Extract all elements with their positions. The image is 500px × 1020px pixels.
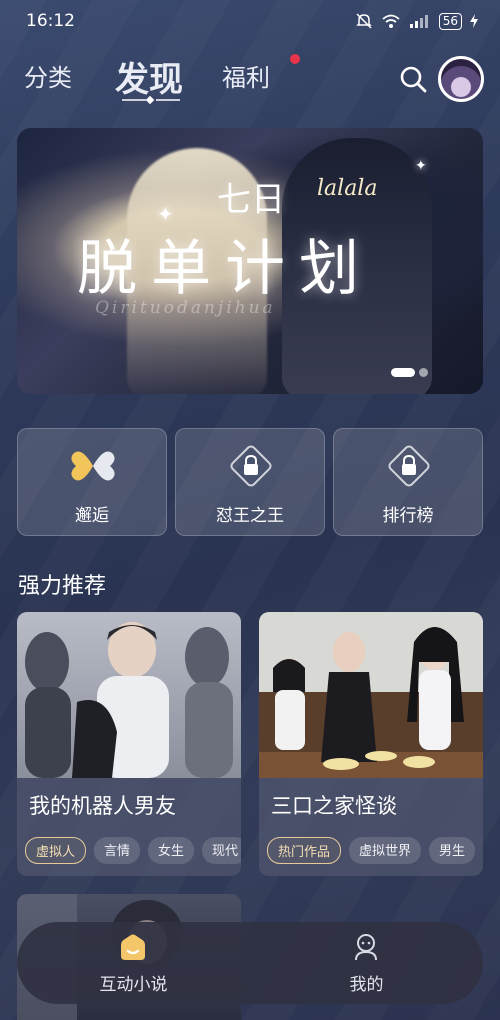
mute-icon bbox=[355, 13, 372, 29]
search-icon[interactable] bbox=[398, 64, 428, 94]
profile-icon bbox=[355, 934, 377, 961]
feature-encounter[interactable]: 邂逅 bbox=[17, 428, 167, 536]
bottom-nav: 互动小说 我的 bbox=[17, 922, 483, 1004]
card-title: 三口之家怪谈 bbox=[271, 794, 397, 818]
banner-pager bbox=[391, 368, 428, 377]
status-time: 16:12 bbox=[26, 11, 75, 31]
top-nav: 分类 发现 福利 bbox=[0, 52, 500, 108]
battery-indicator: 56 bbox=[438, 12, 462, 30]
signal-icon bbox=[409, 15, 428, 28]
section-title: 强力推荐 bbox=[18, 574, 107, 599]
charging-icon bbox=[470, 14, 478, 28]
cover-image bbox=[17, 612, 241, 778]
recommend-card[interactable]: 三口之家怪谈 热门作品 虚拟世界 男生 bbox=[259, 612, 483, 876]
pager-dot-active[interactable] bbox=[391, 368, 415, 377]
tag-list: 热门作品 虚拟世界 男生 bbox=[267, 837, 476, 864]
recommend-card[interactable]: 我的机器人男友 虚拟人 言情 女生 现代 bbox=[17, 612, 241, 876]
bottom-nav-label: 我的 bbox=[349, 975, 384, 995]
butterfly-icon bbox=[71, 451, 115, 481]
feature-label: 怼王之王 bbox=[216, 506, 284, 526]
tag[interactable]: 虚拟人 bbox=[25, 837, 87, 864]
avatar[interactable] bbox=[438, 56, 484, 102]
tag-list: 虚拟人 言情 女生 现代 bbox=[25, 837, 241, 864]
tab-discover[interactable]: 发现 bbox=[115, 52, 183, 101]
lock-icon bbox=[388, 445, 430, 487]
tag[interactable]: 女生 bbox=[148, 837, 195, 864]
lock-icon bbox=[230, 445, 272, 487]
status-bar: 16:12 56 bbox=[0, 0, 500, 42]
banner-title: 脱单计划 bbox=[77, 234, 373, 304]
status-icons: 56 bbox=[355, 12, 478, 30]
home-icon bbox=[121, 934, 145, 960]
tab-welfare[interactable]: 福利 bbox=[222, 58, 270, 93]
feature-row: 邂逅 怼王之王 排行榜 bbox=[17, 428, 483, 536]
notification-dot bbox=[290, 54, 300, 64]
wifi-icon bbox=[382, 14, 400, 28]
card-title: 我的机器人男友 bbox=[29, 794, 176, 818]
feature-label: 邂逅 bbox=[75, 506, 109, 526]
tag[interactable]: 言情 bbox=[94, 837, 141, 864]
banner-prefix: 七日 bbox=[217, 180, 285, 220]
bottom-nav-item-profile[interactable]: 我的 bbox=[250, 922, 483, 1004]
tab-category[interactable]: 分类 bbox=[24, 58, 72, 93]
feature-roast-king[interactable]: 怼王之王 bbox=[175, 428, 325, 536]
tag[interactable]: 热门作品 bbox=[267, 837, 342, 864]
tag[interactable]: 虚拟世界 bbox=[349, 837, 422, 864]
promo-banner[interactable]: ✦ ✦ 七日 lalala 脱单计划 Qirituodanjihua bbox=[17, 128, 483, 394]
banner-script-text: lalala bbox=[317, 176, 378, 201]
feature-ranking[interactable]: 排行榜 bbox=[333, 428, 483, 536]
tag[interactable]: 现代 bbox=[202, 837, 241, 864]
tag[interactable]: 男生 bbox=[429, 837, 476, 864]
active-tab-indicator bbox=[122, 96, 180, 104]
bottom-nav-item-stories[interactable]: 互动小说 bbox=[17, 922, 250, 1004]
feature-label: 排行榜 bbox=[382, 506, 434, 526]
cover-image bbox=[259, 612, 483, 778]
sparkle-icon: ✦ bbox=[415, 158, 427, 174]
banner-subtitle: Qirituodanjihua bbox=[95, 298, 276, 318]
pager-dot[interactable] bbox=[419, 368, 428, 377]
bottom-nav-label: 互动小说 bbox=[99, 975, 168, 995]
